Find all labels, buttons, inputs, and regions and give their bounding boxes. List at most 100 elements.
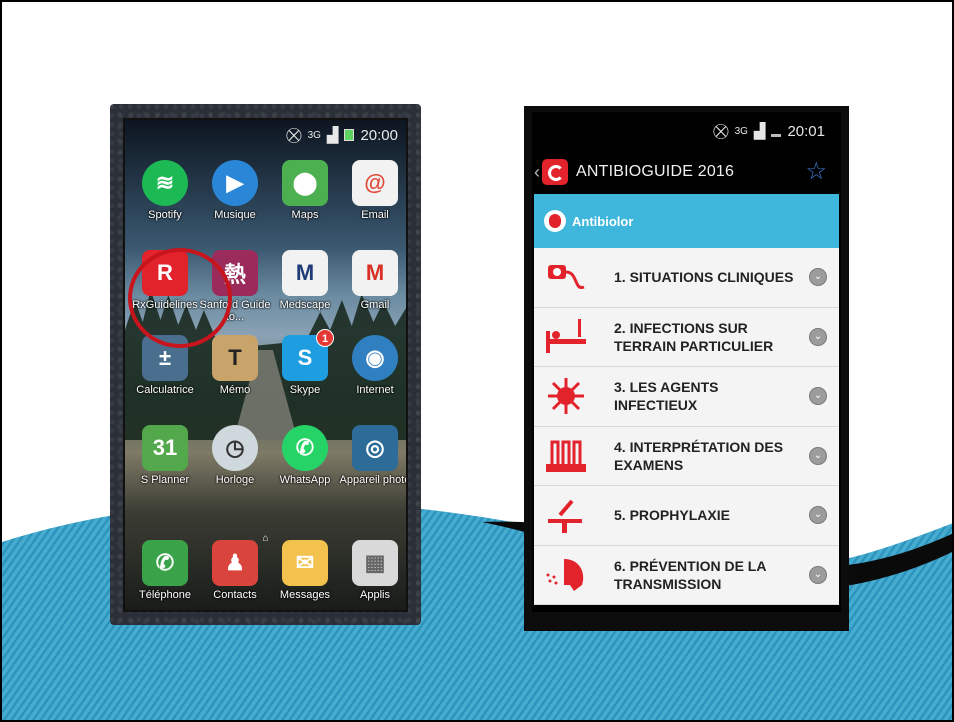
- app-skype[interactable]: S 1 Skype: [269, 329, 341, 396]
- chapter-row[interactable]: 2. INFECTIONS SUR TERRAIN PARTICULIER ⌄: [534, 308, 839, 367]
- back-chevron-icon[interactable]: ‹: [534, 162, 540, 183]
- battery-icon: [344, 129, 355, 141]
- phone-icon: ✆: [142, 540, 188, 586]
- chapter-row[interactable]: 4. INTERPRÉTATION DES EXAMENS ⌄: [534, 427, 839, 486]
- highlight-circle: [128, 248, 232, 348]
- app-label: Calculatrice: [136, 384, 194, 396]
- hospital-bed-icon: [546, 318, 586, 353]
- notification-badge: 1: [316, 329, 334, 347]
- chapter-label: 1. SITUATIONS CLINIQUES: [614, 269, 794, 286]
- app-gmail[interactable]: M Gmail: [339, 250, 406, 311]
- app-label: Medscape: [279, 299, 331, 311]
- app-music-play[interactable]: ▶ Musique: [199, 160, 271, 221]
- app-messages[interactable]: ✉ Messages: [269, 540, 341, 601]
- medscape-icon: M: [282, 250, 328, 296]
- section-header: Antibiolor: [534, 194, 839, 248]
- clock-time: 20:00: [360, 126, 398, 144]
- app-phone[interactable]: ✆ Téléphone: [129, 540, 201, 601]
- signal-icon: ▟: [326, 127, 339, 144]
- app-globe[interactable]: ◉ Internet: [339, 335, 406, 396]
- network-type: 3G: [734, 125, 748, 137]
- mute-icon: ⛒: [713, 122, 729, 140]
- app-label: Internet: [356, 384, 394, 396]
- app-label: WhatsApp: [279, 474, 331, 486]
- app-label: Appareil photo: [339, 474, 408, 486]
- clock-icon: ◷: [212, 425, 258, 471]
- pill-icon: [544, 210, 566, 232]
- chapter-row[interactable]: 6. PRÉVENTION DE LA TRANSMISSION ⌄: [534, 546, 839, 605]
- messages-icon: ✉: [282, 540, 328, 586]
- app-calendar[interactable]: 31 S Planner: [129, 425, 201, 486]
- chapter-row[interactable]: 5. PROPHYLAXIE ⌄: [534, 486, 839, 546]
- mute-icon: ⛒: [286, 126, 302, 144]
- section-title: Antibiolor: [572, 213, 634, 229]
- app-spotify[interactable]: ≋ Spotify: [129, 160, 201, 221]
- calendar-icon: 31: [142, 425, 188, 471]
- app-label: Applis: [360, 589, 390, 601]
- whatsapp-icon: ✆: [282, 425, 328, 471]
- chapter-row[interactable]: 3. LES AGENTS INFECTIEUX ⌄: [534, 367, 839, 427]
- app-apps-grid[interactable]: ▦ Applis: [339, 540, 406, 601]
- status-bar: ⛒ 3G ▟ 20:01: [713, 122, 825, 141]
- app-contacts[interactable]: ♟ Contacts: [199, 540, 271, 601]
- chevron-down-icon[interactable]: ⌄: [809, 446, 827, 465]
- network-type: 3G: [307, 129, 321, 141]
- chevron-down-icon[interactable]: ⌄: [809, 565, 827, 584]
- chapter-label: 2. INFECTIONS SUR TERRAIN PARTICULIER: [614, 319, 774, 354]
- app-label: Gmail: [360, 299, 390, 311]
- chevron-down-icon[interactable]: ⌄: [809, 327, 827, 346]
- app-label: S Planner: [140, 474, 190, 486]
- app-email-at[interactable]: @ Email: [339, 160, 406, 221]
- app-memo-t[interactable]: T Mémo: [199, 335, 271, 396]
- camera-icon: ◎: [352, 425, 398, 471]
- email-at-icon: @: [352, 160, 398, 206]
- chapter-list: 1. SITUATIONS CLINIQUES ⌄ 2. INFECTIONS SU…: [534, 248, 839, 605]
- app-camera[interactable]: ◎ Appareil photo: [339, 425, 408, 486]
- app-clock[interactable]: ◷ Horloge: [199, 425, 271, 486]
- chevron-down-icon[interactable]: ⌄: [809, 387, 827, 406]
- chapter-row[interactable]: 1. SITUATIONS CLINIQUES ⌄: [534, 248, 839, 308]
- test-tubes-icon: [546, 440, 586, 472]
- app-label: Téléphone: [139, 589, 191, 601]
- app-title: ANTIBIOGUIDE 2016: [576, 163, 735, 180]
- app-label: Skype: [289, 384, 321, 396]
- chapter-label: 4. INTERPRÉTATION DES EXAMENS: [614, 438, 784, 473]
- maps-pin-icon: ⬤: [282, 160, 328, 206]
- app-whatsapp[interactable]: ✆ WhatsApp: [269, 425, 341, 486]
- home-screen: ⛒ 3G ▟ 20:00 ≋ Spotify ▶ Musique ⬤ Maps @ Email…: [123, 118, 408, 612]
- antibioguide-screen: ⛒ 3G ▟ 20:01 ‹ ANTIBIOGUIDE 2016 ☆ Antib…: [532, 112, 841, 612]
- chevron-down-icon[interactable]: ⌄: [809, 506, 827, 525]
- cough-head-icon: [546, 558, 584, 591]
- app-label: Spotify: [148, 209, 182, 221]
- gmail-icon: M: [352, 250, 398, 296]
- app-label: Musique: [214, 209, 256, 221]
- app-maps-pin[interactable]: ⬤ Maps: [269, 160, 341, 221]
- app-bar: ‹ ANTIBIOGUIDE 2016 ☆: [532, 154, 841, 190]
- app-label: Contacts: [213, 589, 257, 601]
- favorite-star-icon[interactable]: ☆: [805, 157, 827, 186]
- chapter-label: 5. PROPHYLAXIE: [614, 507, 730, 524]
- virus-icon: [548, 378, 584, 415]
- signal-icon: ▟: [753, 123, 766, 140]
- memo-t-icon: T: [212, 335, 258, 381]
- blood-pressure-icon: [548, 265, 585, 290]
- battery-icon: [771, 133, 782, 137]
- clock-time: 20:01: [787, 122, 825, 140]
- app-label: Mémo: [219, 384, 251, 396]
- skype-icon: S1: [282, 329, 334, 381]
- app-label: Maps: [291, 209, 319, 221]
- app-medscape[interactable]: M Medscape: [269, 250, 341, 311]
- syringe-table-icon: [548, 499, 582, 534]
- spotify-icon: ≋: [142, 160, 188, 206]
- music-play-icon: ▶: [212, 160, 258, 206]
- app-label: Horloge: [215, 474, 255, 486]
- contacts-icon: ♟: [212, 540, 258, 586]
- app-screen-photo: ⛒ 3G ▟ 20:01 ‹ ANTIBIOGUIDE 2016 ☆ Antib…: [524, 106, 849, 631]
- rx-guidelines-logo-icon: [542, 159, 568, 185]
- home-screen-photo: ⛒ 3G ▟ 20:00 ≋ Spotify ▶ Musique ⬤ Maps @ Email…: [110, 104, 421, 625]
- apps-grid-icon: ▦: [352, 540, 398, 586]
- chevron-down-icon[interactable]: ⌄: [809, 268, 827, 287]
- status-bar: ⛒ 3G ▟ 20:00: [286, 126, 398, 145]
- chapter-label: 3. LES AGENTS INFECTIEUX: [614, 379, 719, 414]
- globe-icon: ◉: [352, 335, 398, 381]
